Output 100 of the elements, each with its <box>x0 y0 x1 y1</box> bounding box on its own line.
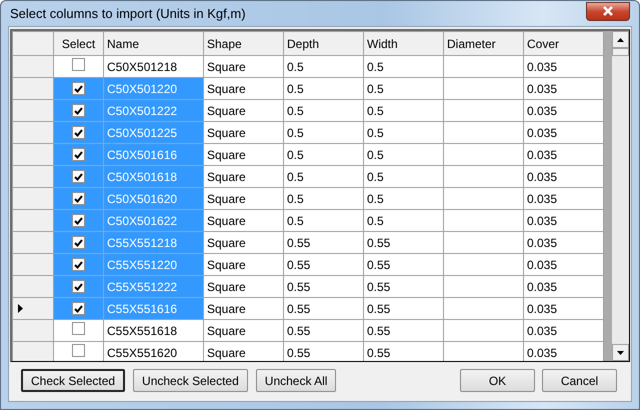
table-cell: 0.55 <box>284 232 364 254</box>
checkbox[interactable] <box>72 58 85 70</box>
table-cell: C50X501616 <box>104 144 204 166</box>
table-cell: 0.035 <box>524 100 604 122</box>
table-cell: C50X501620 <box>104 188 204 210</box>
table-cell: C55X551218 <box>104 232 204 254</box>
table-cell: 0.035 <box>524 298 604 320</box>
table-cell: 0.035 <box>524 122 604 144</box>
table-cell: Square <box>204 254 284 276</box>
table-cell: 0.035 <box>524 56 604 78</box>
table-cell: 0.5 <box>364 56 444 78</box>
checkbox[interactable] <box>72 214 85 227</box>
table-cell: 0.5 <box>284 100 364 122</box>
window-title: Select columns to import (Units in Kgf,m) <box>9 4 246 23</box>
table-cell: Square <box>204 100 284 122</box>
table-cell: 0.035 <box>524 144 604 166</box>
table-cell: 0.5 <box>284 188 364 210</box>
column-header[interactable]: Diameter <box>444 32 524 56</box>
table-cell: Square <box>204 188 284 210</box>
scroll-up-button[interactable] <box>612 31 629 48</box>
table-cell: Square <box>204 298 284 320</box>
current-row-icon <box>18 304 23 313</box>
checkbox[interactable] <box>72 322 85 334</box>
checkbox[interactable] <box>72 280 85 293</box>
table-cell: 0.55 <box>284 342 364 361</box>
column-header[interactable]: Width <box>364 32 444 56</box>
table-cell: 0.55 <box>284 320 364 342</box>
table-cell: 0.5 <box>284 78 364 100</box>
checkbox[interactable] <box>72 126 85 139</box>
table-cell: 0.5 <box>284 122 364 144</box>
table-cell: 0.5 <box>284 56 364 78</box>
table-cell: C50X501225 <box>104 122 204 144</box>
table-cell: C55X551618 <box>104 320 204 342</box>
column-header[interactable]: Select <box>54 32 104 56</box>
table-cell: Square <box>204 122 284 144</box>
table-cell: 0.55 <box>364 320 444 342</box>
checkbox[interactable] <box>72 104 85 117</box>
checkbox[interactable] <box>72 82 85 95</box>
table-cell: 0.035 <box>524 320 604 342</box>
scroll-down-button[interactable] <box>612 344 629 361</box>
column-header[interactable]: Depth <box>284 32 364 56</box>
table-cell: Square <box>204 276 284 298</box>
table-cell: C55X551616 <box>104 298 204 320</box>
table-cell: Square <box>204 56 284 78</box>
table-cell: 0.5 <box>364 122 444 144</box>
scroll-thumb[interactable] <box>612 48 629 56</box>
table-cell: 0.55 <box>364 342 444 361</box>
table-cell: Square <box>204 166 284 188</box>
table-cell: C55X551222 <box>104 276 204 298</box>
table-cell: 0.5 <box>284 166 364 188</box>
table-cell: Square <box>204 320 284 342</box>
table-cell: C55X551220 <box>104 254 204 276</box>
table-cell: 0.035 <box>524 78 604 100</box>
table-cell: 0.55 <box>364 298 444 320</box>
close-button[interactable] <box>586 2 630 20</box>
table-cell: C55X551620 <box>104 342 204 361</box>
dialog-button[interactable]: Check Selected <box>21 369 126 392</box>
table-cell: Square <box>204 210 284 232</box>
table-cell: 0.035 <box>524 166 604 188</box>
checkbox[interactable] <box>72 236 85 249</box>
table-cell: 0.55 <box>284 298 364 320</box>
dialog-button[interactable]: OK <box>460 369 535 392</box>
checkbox[interactable] <box>72 302 85 315</box>
table-cell: 0.5 <box>364 100 444 122</box>
checkbox[interactable] <box>72 192 85 205</box>
table-cell: 0.55 <box>364 232 444 254</box>
checkbox[interactable] <box>72 258 85 271</box>
table-cell: 0.5 <box>364 166 444 188</box>
table-cell: 0.035 <box>524 276 604 298</box>
table-cell: 0.035 <box>524 232 604 254</box>
table-cell: 0.035 <box>524 254 604 276</box>
table-cell: C50X501622 <box>104 210 204 232</box>
checkbox[interactable] <box>72 148 85 161</box>
dialog-button[interactable]: Cancel <box>542 369 617 392</box>
dialog-button[interactable]: Uncheck All <box>256 369 336 392</box>
table-cell: 0.035 <box>524 188 604 210</box>
table-cell: 0.55 <box>364 276 444 298</box>
table-cell: 0.55 <box>284 254 364 276</box>
table-cell: Square <box>204 144 284 166</box>
table-cell: C50X501222 <box>104 100 204 122</box>
scrollbar[interactable] <box>612 31 629 361</box>
column-header[interactable]: Cover <box>524 32 604 56</box>
column-header[interactable]: Name <box>104 32 204 56</box>
table-cell: Square <box>204 78 284 100</box>
dialog-button[interactable]: Uncheck Selected <box>133 369 248 392</box>
close-icon <box>602 6 614 16</box>
table-cell: 0.5 <box>364 188 444 210</box>
table-cell: Square <box>204 232 284 254</box>
table-cell: C50X501218 <box>104 56 204 78</box>
table-cell: 0.5 <box>364 210 444 232</box>
table-cell: C50X501618 <box>104 166 204 188</box>
checkbox[interactable] <box>72 170 85 183</box>
column-header[interactable]: Shape <box>204 32 284 56</box>
down-arrow-icon <box>617 350 624 354</box>
table-cell: Square <box>204 342 284 361</box>
table-cell: 0.035 <box>524 210 604 232</box>
table-cell: C50X501220 <box>104 78 204 100</box>
checkbox[interactable] <box>72 344 85 356</box>
table-cell: 0.5 <box>284 144 364 166</box>
up-arrow-icon <box>617 38 624 42</box>
